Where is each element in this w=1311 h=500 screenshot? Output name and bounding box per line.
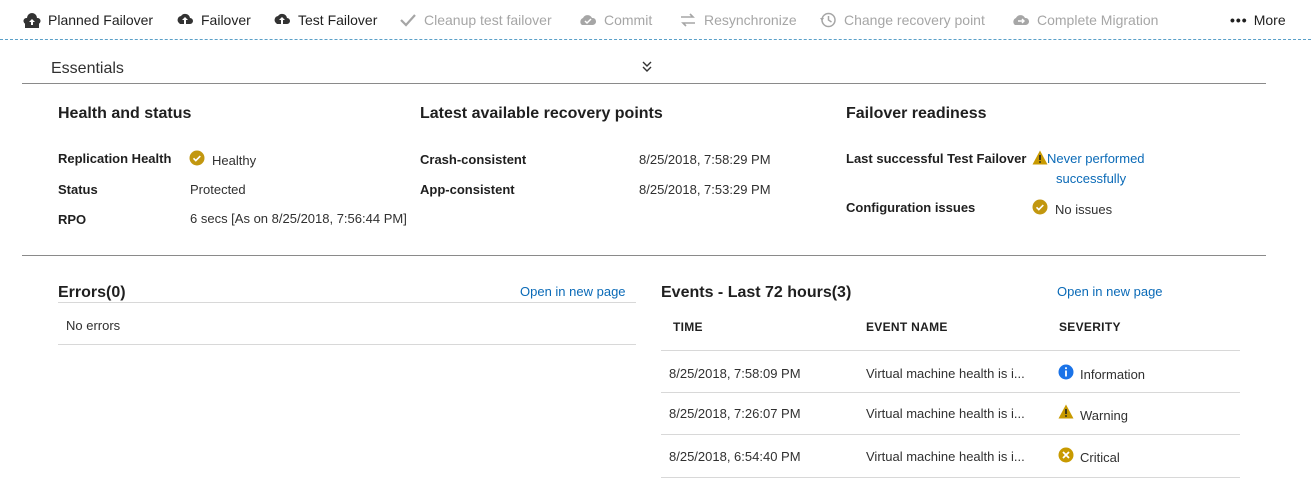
rpo-label: RPO bbox=[58, 212, 87, 227]
last-test-failover-label: Last successful Test Failover bbox=[846, 151, 1027, 166]
event-name: Virtual machine health is i... bbox=[866, 449, 1025, 464]
warning-icon bbox=[1032, 150, 1048, 165]
planned-failover-icon bbox=[22, 10, 42, 30]
history-clock-icon bbox=[818, 10, 838, 30]
planned-failover-button[interactable]: Planned Failover bbox=[22, 0, 153, 40]
never-performed-link-line2[interactable]: successfully bbox=[1056, 171, 1126, 186]
event-severity: Information bbox=[1080, 367, 1146, 382]
errors-heading: Errors(0) bbox=[58, 284, 126, 301]
essentials-header: Essentials bbox=[22, 56, 1266, 84]
cloud-commit-icon bbox=[578, 10, 598, 30]
event-severity: Warning bbox=[1080, 408, 1128, 423]
essentials-title: Essentials bbox=[51, 60, 124, 77]
resynchronize-label: Resynchronize bbox=[704, 12, 797, 28]
rpo-value: 6 secs [As on 8/25/2018, 7:56:44 PM] bbox=[190, 211, 407, 226]
replication-health-value: Healthy bbox=[212, 153, 257, 168]
recovery-points-heading: Latest available recovery points bbox=[420, 105, 663, 122]
critical-icon bbox=[1058, 447, 1074, 463]
event-name: Virtual machine health is i... bbox=[866, 406, 1025, 421]
event-time: 8/25/2018, 6:54:40 PM bbox=[669, 449, 801, 464]
column-header-event-name[interactable]: EVENT NAME bbox=[866, 320, 948, 334]
errors-bottom-rule bbox=[58, 344, 636, 345]
healthy-check-icon bbox=[1032, 199, 1048, 215]
configuration-issues-label: Configuration issues bbox=[846, 200, 976, 215]
column-header-time[interactable]: TIME bbox=[673, 320, 703, 334]
event-name: Virtual machine health is i... bbox=[866, 366, 1025, 381]
complete-migration-label: Complete Migration bbox=[1037, 12, 1159, 28]
events-open-new-page-link[interactable]: Open in new page bbox=[1057, 284, 1163, 299]
change-recovery-point-button[interactable]: Change recovery point bbox=[818, 0, 985, 40]
never-performed-link[interactable]: Never performed bbox=[1047, 151, 1145, 166]
row-rule bbox=[661, 477, 1240, 478]
more-button[interactable]: ••• More bbox=[1230, 0, 1286, 40]
command-toolbar: Planned Failover Failover Test Failover … bbox=[0, 0, 1311, 40]
replication-health-label: Replication Health bbox=[58, 151, 172, 166]
complete-migration-button[interactable]: Complete Migration bbox=[1011, 0, 1158, 40]
commit-button[interactable]: Commit bbox=[578, 0, 652, 40]
failover-icon bbox=[175, 10, 195, 30]
more-label: More bbox=[1253, 12, 1286, 28]
warning-icon bbox=[1058, 404, 1074, 419]
errors-header-rule bbox=[58, 302, 636, 303]
cleanup-test-failover-button[interactable]: Cleanup test failover bbox=[398, 0, 552, 40]
row-rule bbox=[661, 434, 1240, 435]
section-divider bbox=[22, 255, 1266, 256]
healthy-check-icon bbox=[189, 150, 205, 166]
planned-failover-label: Planned Failover bbox=[48, 12, 154, 28]
events-heading: Events - Last 72 hours(3) bbox=[661, 284, 852, 301]
info-icon bbox=[1058, 364, 1074, 380]
status-label: Status bbox=[58, 182, 98, 197]
health-status-heading: Health and status bbox=[58, 105, 192, 122]
failover-button[interactable]: Failover bbox=[175, 0, 251, 40]
row-rule bbox=[661, 392, 1240, 393]
event-severity: Critical bbox=[1080, 450, 1120, 465]
errors-open-new-page-link[interactable]: Open in new page bbox=[520, 284, 626, 299]
event-time: 8/25/2018, 7:58:09 PM bbox=[669, 366, 801, 381]
status-value: Protected bbox=[190, 182, 246, 197]
cleanup-test-failover-label: Cleanup test failover bbox=[424, 12, 552, 28]
events-header-rule bbox=[661, 350, 1240, 351]
crash-consistent-label: Crash-consistent bbox=[420, 152, 527, 167]
column-header-severity[interactable]: SEVERITY bbox=[1059, 320, 1121, 334]
checkmark-icon bbox=[398, 10, 418, 30]
ellipsis-icon: ••• bbox=[1230, 12, 1248, 28]
resynchronize-button[interactable]: Resynchronize bbox=[678, 0, 797, 40]
test-failover-label: Test Failover bbox=[298, 12, 378, 28]
sync-arrows-icon bbox=[678, 10, 698, 30]
app-consistent-label: App-consistent bbox=[420, 182, 515, 197]
failover-label: Failover bbox=[201, 12, 251, 28]
commit-label: Commit bbox=[604, 12, 653, 28]
test-failover-icon bbox=[272, 10, 292, 30]
change-recovery-point-label: Change recovery point bbox=[844, 12, 985, 28]
cloud-migration-icon bbox=[1011, 10, 1031, 30]
event-time: 8/25/2018, 7:26:07 PM bbox=[669, 406, 801, 421]
double-chevron-down-icon[interactable] bbox=[640, 59, 656, 77]
failover-readiness-heading: Failover readiness bbox=[846, 105, 987, 122]
no-errors-text: No errors bbox=[66, 318, 121, 333]
test-failover-button[interactable]: Test Failover bbox=[272, 0, 377, 40]
crash-consistent-value: 8/25/2018, 7:58:29 PM bbox=[639, 152, 771, 167]
app-consistent-value: 8/25/2018, 7:53:29 PM bbox=[639, 182, 771, 197]
configuration-issues-value: No issues bbox=[1055, 202, 1113, 217]
